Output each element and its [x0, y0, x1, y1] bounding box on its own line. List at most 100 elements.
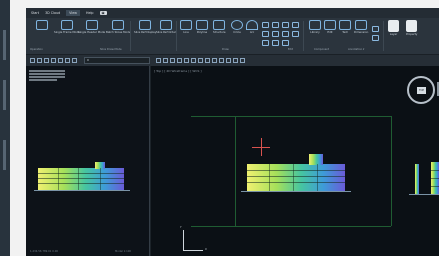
property-button[interactable]: Property	[406, 20, 417, 36]
circle-icon	[231, 20, 243, 30]
point-cloud-section-main	[241, 154, 351, 194]
menu-bar: Start 3D Cloud View Help ▣	[26, 8, 439, 18]
coordinate-readout: 1,234.56 789.01 0.00	[30, 250, 59, 253]
strip-marker	[3, 30, 6, 60]
ucs-y-label: Y	[180, 226, 182, 229]
single-frame-mode-button[interactable]: Single Frame Mode	[54, 20, 80, 34]
line-button[interactable]: Line	[180, 20, 192, 34]
menu-item-start[interactable]: Start	[31, 11, 39, 15]
view-cube[interactable]: TOP	[407, 76, 435, 104]
slice-ref-display-label: Slice Ref Display	[134, 30, 157, 34]
view-tool-icon[interactable]	[184, 58, 189, 63]
polyline-icon	[196, 20, 208, 30]
command-history	[29, 70, 65, 82]
view-tool-icon[interactable]	[219, 58, 224, 63]
modify-tool-icon[interactable]	[292, 31, 299, 37]
redo-icon[interactable]	[58, 58, 63, 63]
view-tool-icon[interactable]	[226, 58, 231, 63]
layer-icon	[388, 20, 399, 32]
modify-tool-icon[interactable]	[282, 40, 289, 46]
selection-guide	[191, 116, 391, 117]
modify-tool-icon[interactable]	[272, 22, 279, 28]
dimension-label: Dimension	[354, 30, 369, 34]
menu-item-3d-cloud[interactable]: 3D Cloud	[45, 11, 60, 15]
cursor-crosshair	[252, 147, 270, 148]
view-tool-icon[interactable]	[177, 58, 182, 63]
view-tool-icon[interactable]	[212, 58, 217, 63]
modify-tool-icon[interactable]	[282, 31, 289, 37]
circle-label: Circle	[233, 30, 241, 34]
layer-select[interactable]: 0	[84, 57, 150, 64]
window-gap	[10, 0, 26, 256]
modify-tool-icon[interactable]	[262, 40, 269, 46]
view-tool-icon[interactable]	[198, 58, 203, 63]
strip-marker	[3, 80, 6, 110]
main-viewport[interactable]: [ Top ] [ 2D Wireframe ] [ WCS ] TOP Y X…	[115, 66, 439, 256]
point-cloud-section-left	[34, 162, 130, 192]
save-file-icon[interactable]	[44, 58, 49, 63]
left-window-strip	[0, 0, 10, 256]
view-cube-face[interactable]: TOP	[417, 87, 426, 94]
batch-slices-mode-icon	[112, 20, 125, 30]
text-icon	[339, 20, 351, 30]
view-tool-icon[interactable]	[191, 58, 196, 63]
dimension-button[interactable]: Dimension	[354, 20, 368, 34]
single-frame-mode-label: Single Frame Mode	[54, 30, 80, 34]
application-window: Start 3D Cloud View Help ▣ Single Frame …	[26, 8, 439, 256]
selection-guide	[391, 116, 392, 226]
arc-icon	[246, 20, 258, 30]
view-tool-icon[interactable]	[156, 58, 161, 63]
structure-button[interactable]: Structure	[213, 20, 226, 34]
modify-tool-icon[interactable]	[272, 31, 279, 37]
ribbon-separator	[176, 21, 177, 51]
ucs-x-axis	[183, 250, 203, 251]
property-label: Property	[406, 32, 418, 36]
line-icon	[180, 20, 192, 30]
modify-tool-icon[interactable]	[262, 31, 269, 37]
layer-color-icon[interactable]	[72, 58, 77, 63]
polyline-button[interactable]: Polyline	[196, 20, 208, 34]
modify-tool-icon[interactable]	[292, 22, 299, 28]
open-file-icon[interactable]	[37, 58, 42, 63]
undo-icon[interactable]	[51, 58, 56, 63]
arc-button[interactable]: Arc	[246, 20, 258, 34]
operation-button[interactable]	[36, 20, 48, 30]
modify-tool-icon[interactable]	[262, 22, 269, 28]
library-button[interactable]: Library	[309, 20, 321, 34]
annotation-tool-icon[interactable]	[372, 35, 379, 41]
slice-ref-display-button[interactable]: Slice Ref Display	[134, 20, 156, 34]
single-header-mode-button[interactable]: Single Header Mode	[78, 20, 105, 34]
annotation-tool-icon[interactable]	[372, 26, 379, 32]
modify-tool-icon[interactable]	[272, 40, 279, 46]
layer-label: Layer	[389, 32, 398, 36]
new-file-icon[interactable]	[30, 58, 35, 63]
menu-item-view[interactable]: View	[66, 10, 80, 16]
viewport-label[interactable]: [ Top ] [ 2D Wireframe ] [ WCS ]	[154, 69, 202, 73]
view-tool-icon[interactable]	[163, 58, 168, 63]
polyline-label: Polyline	[196, 30, 208, 34]
ribbon: Single Frame Mode Single Header Mode Bat…	[26, 18, 439, 54]
layer-visibility-icon[interactable]	[65, 58, 70, 63]
left-viewport[interactable]: 1,234.56 789.01 0.00	[26, 66, 150, 256]
circle-button[interactable]: Circle	[231, 20, 243, 34]
view-tool-icon[interactable]	[205, 58, 210, 63]
edit-button[interactable]: Edit	[324, 20, 336, 34]
view-tool-icon[interactable]	[233, 58, 238, 63]
layer-button[interactable]: Layer	[388, 20, 399, 36]
modify-tool-icon[interactable]	[282, 22, 289, 28]
view-tool-icon[interactable]	[170, 58, 175, 63]
slice-ref-display-icon	[139, 20, 152, 30]
menu-marker-icon[interactable]: ▣	[99, 11, 107, 15]
batch-slices-mode-button[interactable]: Batch Slices Mode	[106, 20, 131, 34]
ribbon-group-operation: Operation	[30, 48, 43, 51]
single-frame-mode-icon	[60, 20, 73, 30]
slice-ref-order-button[interactable]: Slice Ref Order	[156, 20, 176, 34]
property-icon	[406, 20, 418, 32]
single-header-mode-label: Single Header Mode	[78, 30, 106, 34]
text-button[interactable]: Text	[339, 20, 351, 34]
edit-label: Edit	[327, 30, 333, 34]
view-tool-icon[interactable]	[240, 58, 245, 63]
ribbon-separator	[383, 21, 384, 51]
selection-guide	[235, 116, 236, 226]
menu-item-help[interactable]: Help	[86, 11, 94, 15]
